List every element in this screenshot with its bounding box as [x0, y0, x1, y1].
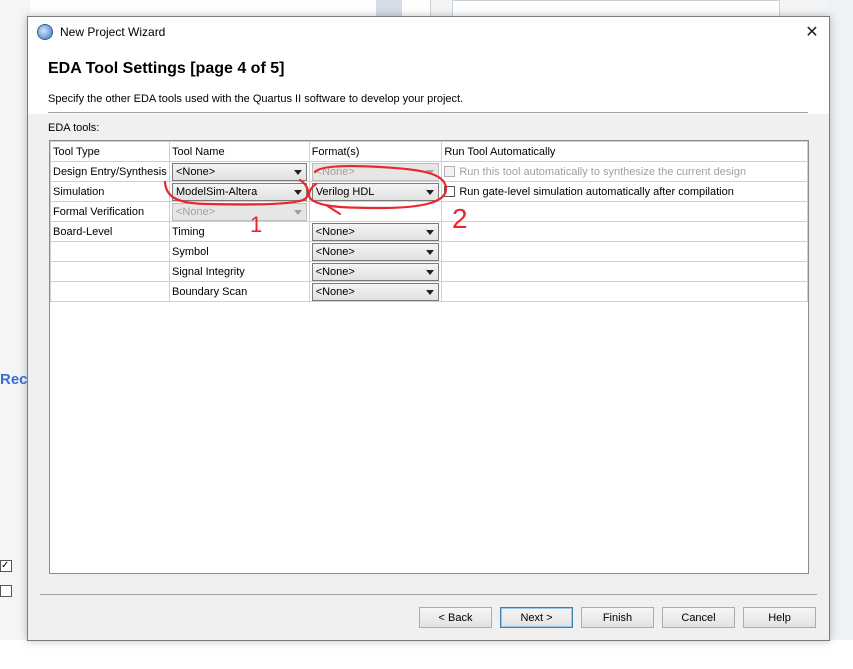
background-checkbox: ✓ — [0, 560, 12, 572]
combo-value: <None> — [315, 265, 355, 278]
next-button[interactable]: Next > — [500, 607, 573, 628]
eda-tools-label: EDA tools: — [48, 122, 100, 134]
run-synthesis-label: Run this tool automatically to synthesiz… — [459, 165, 747, 178]
background-window-fragment — [828, 0, 853, 669]
tool-name-cell: Timing — [168, 221, 310, 242]
format-cell: <None> — [308, 161, 443, 182]
timing-format-select[interactable]: <None> — [311, 222, 440, 241]
boundary-scan-format-select[interactable]: <None> — [311, 282, 440, 301]
chevron-down-icon — [426, 249, 435, 255]
background-window-fragment — [376, 0, 402, 16]
run-gate-level-simulation-checkbox[interactable] — [444, 186, 456, 197]
background-window-fragment — [0, 640, 853, 669]
run-cell — [441, 221, 808, 242]
signal-integrity-format-select[interactable]: <None> — [311, 262, 440, 281]
page-title: EDA Tool Settings [page 4 of 5] — [48, 60, 285, 77]
tool-type-cell: Board-Level — [50, 221, 170, 242]
tool-name-cell: Symbol — [168, 241, 310, 262]
format-cell: <None> — [308, 281, 443, 302]
combo-value: <None> — [315, 245, 355, 258]
close-button[interactable]: ✕ — [795, 17, 829, 46]
chevron-down-icon — [426, 169, 435, 175]
column-header-tool-name: Tool Name — [168, 141, 310, 162]
column-header-tool-type: Tool Type — [50, 141, 170, 162]
format-cell: <None> — [308, 261, 443, 282]
table-header-row: Tool Type Tool Name Format(s) Run Tool A… — [50, 141, 808, 162]
combo-value: <None> — [175, 205, 216, 218]
chevron-down-icon — [426, 289, 435, 295]
globe-icon — [37, 23, 53, 40]
tool-type-cell: Formal Verification — [50, 201, 170, 222]
format-cell — [308, 201, 443, 222]
combo-value: Verilog HDL — [315, 185, 375, 198]
tool-type-cell — [50, 261, 170, 282]
chevron-down-icon — [426, 269, 435, 275]
table-row: Boundary Scan <None> — [50, 281, 808, 302]
cancel-button[interactable]: Cancel — [662, 607, 735, 628]
combo-value: <None> — [315, 225, 355, 238]
table-row: Formal Verification <None> — [50, 201, 808, 222]
background-text-fragment: Rec — [0, 371, 28, 388]
run-cell — [441, 201, 808, 222]
chevron-down-icon — [426, 229, 435, 235]
tool-type-cell: Design Entry/Synthesis — [50, 161, 170, 182]
tool-name-cell: Signal Integrity — [168, 261, 310, 282]
table-row: Simulation ModelSim-Altera Verilog HDL R… — [50, 181, 808, 202]
table-row: Signal Integrity <None> — [50, 261, 808, 282]
column-header-run-automatically: Run Tool Automatically — [441, 141, 808, 162]
simulation-tool-select[interactable]: ModelSim-Altera — [171, 182, 307, 201]
help-button[interactable]: Help — [743, 607, 816, 628]
symbol-format-select[interactable]: <None> — [311, 242, 440, 261]
table-row: Symbol <None> — [50, 241, 808, 262]
simulation-format-select[interactable]: Verilog HDL — [311, 182, 440, 201]
combo-value: <None> — [315, 285, 355, 298]
finish-button[interactable]: Finish — [581, 607, 654, 628]
run-cell: Run gate-level simulation automatically … — [441, 181, 808, 202]
run-gate-level-simulation-label[interactable]: Run gate-level simulation automatically … — [459, 186, 734, 198]
combo-value: ModelSim-Altera — [175, 185, 258, 198]
tool-type-cell — [50, 281, 170, 302]
run-cell — [441, 281, 808, 302]
format-cell: <None> — [308, 221, 443, 242]
format-cell: Verilog HDL — [308, 181, 443, 202]
format-cell: <None> — [308, 241, 443, 262]
tool-name-cell: Boundary Scan — [168, 281, 310, 302]
tool-name-cell: <None> — [168, 201, 310, 222]
chevron-down-icon — [293, 169, 302, 175]
table-row: Design Entry/Synthesis <None> <None> Run… — [50, 161, 808, 182]
back-button[interactable]: < Back — [419, 607, 492, 628]
run-synthesis-checkbox — [444, 166, 456, 177]
design-entry-format-select: <None> — [311, 162, 440, 181]
wizard-header: EDA Tool Settings [page 4 of 5] Specify … — [28, 46, 829, 114]
background-checkbox — [0, 585, 12, 597]
tool-name-cell: ModelSim-Altera — [168, 181, 310, 202]
eda-tools-table: Tool Type Tool Name Format(s) Run Tool A… — [49, 140, 809, 574]
chevron-down-icon — [293, 209, 302, 215]
tool-name-cell: <None> — [168, 161, 310, 182]
footer-divider — [40, 594, 817, 595]
design-entry-tool-select[interactable]: <None> — [171, 162, 307, 181]
formal-verification-tool-select: <None> — [171, 202, 307, 221]
table-row: Board-Level Timing <None> — [50, 221, 808, 242]
column-header-formats: Format(s) — [308, 141, 443, 162]
run-cell — [441, 261, 808, 282]
combo-value: <None> — [315, 165, 355, 178]
window-title: New Project Wizard — [60, 24, 166, 39]
header-divider — [48, 112, 808, 113]
title-bar: New Project Wizard ✕ — [28, 17, 829, 46]
run-cell — [441, 241, 808, 262]
new-project-wizard-dialog: New Project Wizard ✕ EDA Tool Settings [… — [27, 16, 830, 641]
chevron-down-icon — [426, 189, 435, 195]
combo-value: <None> — [175, 165, 216, 178]
tool-type-cell — [50, 241, 170, 262]
page-subtitle: Specify the other EDA tools used with th… — [48, 93, 464, 105]
tool-type-cell: Simulation — [50, 181, 170, 202]
chevron-down-icon — [293, 189, 302, 195]
run-cell: Run this tool automatically to synthesiz… — [441, 161, 808, 182]
